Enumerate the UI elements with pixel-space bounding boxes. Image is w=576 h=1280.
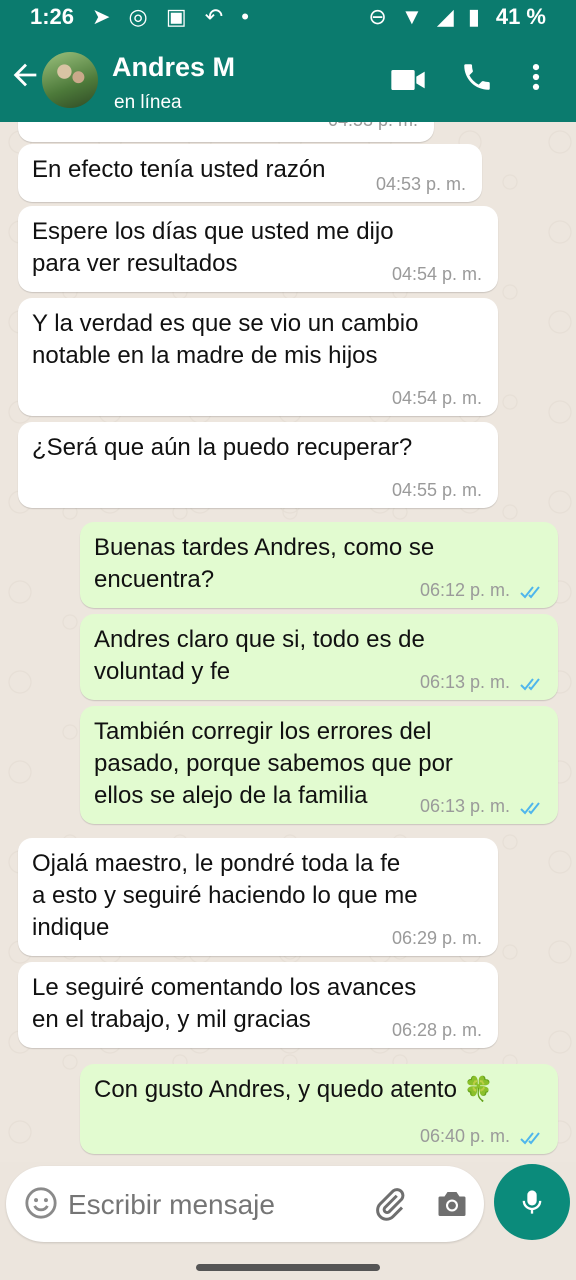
message-time: 06:13 p. m.	[419, 796, 510, 816]
message-bubble-incoming[interactable]: ¿Será que aún la puedo recuperar? 04:55 …	[18, 422, 498, 508]
chat-header: Andres M en línea	[0, 34, 576, 122]
read-ticks-icon	[520, 1132, 540, 1145]
message-bubble-incoming[interactable]: Le seguiré comentando los avances en el …	[18, 962, 498, 1048]
status-bar: 1:26 ➤ ◎ ▣ ↶ • ⊖ ▼ ◢ ▮ 41 %	[0, 0, 576, 34]
more-options-icon[interactable]	[530, 60, 542, 94]
message-time: 06:40 p. m.	[419, 1126, 510, 1146]
message-bubble-incoming[interactable]: Ojalá maestro, le pondré toda la fe a es…	[18, 838, 498, 956]
message-bubble-outgoing[interactable]: Andres claro que si, todo es de voluntad…	[80, 614, 558, 700]
read-ticks-icon	[520, 678, 540, 691]
battery-level: 41 %	[495, 4, 546, 29]
message-bubble-incoming[interactable]: En efecto tenía usted razón 04:53 p. m.	[18, 144, 482, 202]
voice-record-button[interactable]	[494, 1164, 570, 1240]
phone-call-icon[interactable]	[460, 60, 494, 94]
message-input[interactable]	[66, 1184, 370, 1226]
message-bubble-partial[interactable]: 04:53 p. m.	[18, 122, 434, 142]
video-call-icon[interactable]	[388, 60, 428, 100]
message-text: Con gusto Andres, y quedo atento 🍀	[94, 1076, 494, 1103]
read-ticks-icon	[520, 586, 540, 599]
emoji-icon[interactable]	[24, 1186, 58, 1220]
camera-icon[interactable]	[434, 1186, 470, 1222]
message-time: 04:53 p. m.	[375, 174, 466, 194]
message-text: Y la verdad es que se vio un cambio nota…	[32, 310, 419, 369]
contact-name[interactable]: Andres M	[112, 52, 235, 83]
message-composer	[6, 1166, 484, 1242]
message-time: 06:12 p. m.	[419, 580, 510, 600]
home-gesture-bar[interactable]	[196, 1264, 380, 1271]
message-time: 06:13 p. m.	[419, 672, 510, 692]
message-bubble-outgoing[interactable]: Buenas tardes Andres, como se encuentra?…	[80, 522, 558, 608]
microphone-icon	[522, 1190, 542, 1214]
attach-icon[interactable]	[372, 1186, 408, 1222]
message-bubble-incoming[interactable]: Espere los días que usted me dijo para v…	[18, 206, 498, 292]
message-time: 04:55 p. m.	[391, 480, 482, 500]
system-icons: ⊖ ▼ ◢ ▮	[368, 4, 484, 29]
message-time: 04:53 p. m.	[328, 122, 418, 130]
read-ticks-icon	[520, 802, 540, 815]
message-bubble-outgoing[interactable]: Con gusto Andres, y quedo atento 🍀 06:40…	[80, 1064, 558, 1154]
contact-status: en línea	[114, 92, 182, 113]
message-text: ¿Será que aún la puedo recuperar?	[32, 434, 413, 461]
message-time: 06:29 p. m.	[391, 928, 482, 948]
chat-area[interactable]: 04:53 p. m. En efecto tenía usted razón …	[0, 122, 576, 1162]
message-time: 06:28 p. m.	[391, 1020, 482, 1040]
avatar[interactable]	[42, 52, 98, 108]
message-time: 04:54 p. m.	[391, 264, 482, 284]
back-arrow-icon[interactable]	[8, 58, 42, 92]
notification-icons: ➤ ◎ ▣ ↶ •	[92, 4, 256, 29]
message-bubble-outgoing[interactable]: También corregir los errores del pasado,…	[80, 706, 558, 824]
system-navigation-bar	[0, 1246, 576, 1280]
status-time: 1:26	[30, 4, 75, 29]
message-time: 04:54 p. m.	[391, 388, 482, 408]
message-bubble-incoming[interactable]: Y la verdad es que se vio un cambio nota…	[18, 298, 498, 416]
